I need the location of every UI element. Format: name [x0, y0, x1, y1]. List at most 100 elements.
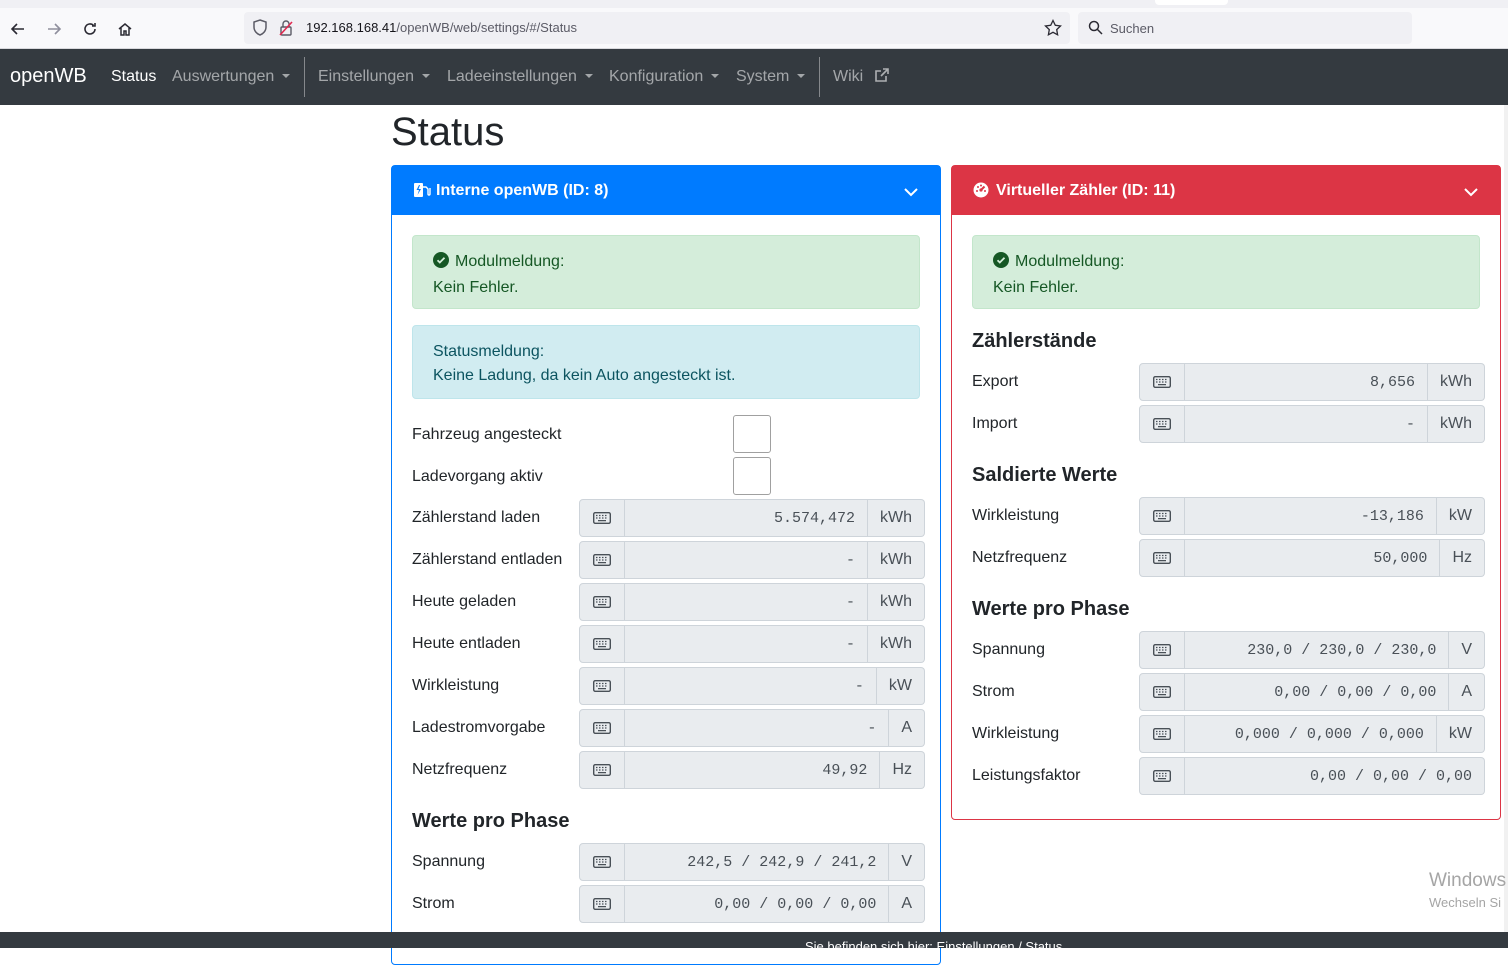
- module-message-label: Modulmeldung:: [455, 253, 565, 270]
- unit-label: kW: [1436, 715, 1485, 753]
- unit-label: kWh: [868, 625, 925, 663]
- value-input-group: 0,000 / 0,000 / 0,000 kW: [1139, 715, 1485, 753]
- url-text[interactable]: 192.168.168.41/openWB/web/settings/#/Sta…: [306, 20, 577, 35]
- browser-tabstrip: [0, 0, 1508, 8]
- readonly-value: -: [625, 541, 868, 579]
- readonly-value: 50,000: [1185, 539, 1441, 577]
- value-input-group: 0,00 / 0,00 / 0,00 A: [579, 885, 925, 923]
- value-input-group: -13,186 kW: [1139, 497, 1485, 535]
- readonly-value: 0,00 / 0,00 / 0,00: [1185, 673, 1450, 711]
- label-fahrzeug-angesteckt: Fahrzeug angesteckt: [412, 426, 562, 443]
- forward-icon[interactable]: [41, 16, 67, 42]
- row-label: Heute geladen: [412, 593, 517, 610]
- scrollbar[interactable]: [1504, 105, 1508, 932]
- chevron-down-icon[interactable]: [1464, 184, 1478, 202]
- row-label: Ladestromvorgabe: [412, 719, 546, 736]
- unit-label: kWh: [1428, 405, 1485, 443]
- module-message-text: Kein Fehler.: [993, 279, 1079, 296]
- charging-station-icon: [413, 182, 431, 203]
- unit-label: A: [889, 709, 925, 747]
- shield-icon[interactable]: [252, 19, 268, 42]
- caret-down-icon: [711, 74, 720, 78]
- card-header-zaehler[interactable]: Virtueller Zähler (ID: 11): [952, 166, 1500, 215]
- back-icon[interactable]: [5, 16, 31, 42]
- nav-konfiguration[interactable]: Konfiguration: [609, 68, 720, 86]
- nav-system[interactable]: System: [736, 68, 806, 86]
- nav-auswertungen[interactable]: Auswertungen: [172, 68, 291, 86]
- keyboard-icon: [1139, 363, 1185, 401]
- value-input-group: - kWh: [1139, 405, 1485, 443]
- unit-label: V: [1449, 631, 1485, 669]
- checkbox-fahrzeug-angesteckt[interactable]: [733, 415, 771, 453]
- page-title: Status: [391, 110, 505, 154]
- caret-down-icon: [282, 74, 291, 78]
- windows-activation-watermark: Windows: [1429, 870, 1507, 891]
- value-input-group: 49,92 Hz: [579, 751, 925, 789]
- keyboard-icon: [579, 541, 625, 579]
- readonly-value: -: [625, 583, 868, 621]
- row-label: Wirkleistung: [412, 677, 500, 694]
- readonly-value: -: [1185, 405, 1428, 443]
- browser-toolbar: 192.168.168.41/openWB/web/settings/#/Sta…: [0, 8, 1508, 49]
- value-input-group: 50,000 Hz: [1139, 539, 1485, 577]
- card-title: Virtueller Zähler (ID: 11): [996, 182, 1176, 199]
- keyboard-icon: [1139, 757, 1185, 795]
- keyboard-icon: [1139, 539, 1185, 577]
- unit-label: kWh: [868, 499, 925, 537]
- brand-logo[interactable]: openWB: [10, 65, 87, 88]
- readonly-value: 8,656: [1185, 363, 1428, 401]
- value-input-group: - kWh: [579, 625, 925, 663]
- nav-ladeeinstellungen[interactable]: Ladeeinstellungen: [447, 68, 593, 86]
- nav-status[interactable]: Status: [111, 68, 156, 86]
- footer-breadcrumb: Sie befinden sich hier: Einstellungen / …: [0, 932, 1508, 948]
- windows-activation-watermark-sub: Wechseln Si: [1429, 895, 1502, 910]
- status-message-label: Statusmeldung:: [433, 343, 545, 360]
- section-zaehlerstaende: Zählerstände: [972, 330, 1097, 352]
- gauge-icon: [973, 182, 989, 203]
- checkbox-ladevorgang-aktiv[interactable]: [733, 457, 771, 495]
- keyboard-icon: [579, 499, 625, 537]
- keyboard-icon: [579, 625, 625, 663]
- home-icon[interactable]: [112, 16, 138, 42]
- value-input-group: 0,00 / 0,00 / 0,00: [1139, 757, 1485, 795]
- card-header-openwb[interactable]: Interne openWB (ID: 8): [392, 166, 940, 215]
- value-input-group: - kWh: [579, 541, 925, 579]
- active-tab[interactable]: [1155, 0, 1228, 5]
- row-label: Export: [972, 373, 1019, 390]
- bookmark-star-icon[interactable]: [1044, 18, 1062, 42]
- external-link-icon: [874, 68, 889, 82]
- status-message-alert: Statusmeldung: Keine Ladung, da kein Aut…: [412, 325, 920, 399]
- nav-divider: [819, 57, 820, 97]
- module-message-label: Modulmeldung:: [1015, 253, 1125, 270]
- value-input-group: 242,5 / 242,9 / 241,2 V: [579, 843, 925, 881]
- section-saldierte-werte: Saldierte Werte: [972, 464, 1118, 486]
- chevron-down-icon[interactable]: [904, 184, 918, 202]
- insecure-lock-icon[interactable]: [278, 19, 294, 42]
- readonly-value: 0,00 / 0,00 / 0,00: [625, 885, 890, 923]
- readonly-value: 5.574,472: [625, 499, 868, 537]
- readonly-value: 0,000 / 0,000 / 0,000: [1185, 715, 1437, 753]
- app-navbar: openWB Status Auswertungen Einstellungen…: [0, 49, 1508, 105]
- url-bar[interactable]: 192.168.168.41/openWB/web/settings/#/Sta…: [244, 12, 1070, 44]
- unit-label: Hz: [880, 751, 925, 789]
- card-title: Interne openWB (ID: 8): [436, 182, 609, 199]
- value-input-group: 230,0 / 230,0 / 230,0 V: [1139, 631, 1485, 669]
- row-label: Strom: [412, 895, 455, 912]
- row-label: Import: [972, 415, 1018, 432]
- unit-label: kWh: [868, 583, 925, 621]
- search-icon: [1088, 20, 1103, 40]
- reload-icon[interactable]: [77, 16, 103, 42]
- footer-text: Sie befinden sich hier: Einstellungen / …: [805, 939, 1063, 948]
- row-label: Strom: [972, 683, 1015, 700]
- readonly-value: 49,92: [625, 751, 881, 789]
- caret-down-icon: [797, 74, 806, 78]
- value-input-group: -A: [579, 709, 925, 747]
- keyboard-icon: [579, 885, 625, 923]
- nav-einstellungen[interactable]: Einstellungen: [318, 68, 431, 86]
- nav-wiki[interactable]: Wiki: [833, 68, 889, 86]
- card-interne-openwb: Interne openWB (ID: 8) Modulmeldung: Kei…: [391, 165, 941, 965]
- search-bar[interactable]: Suchen: [1078, 12, 1412, 44]
- module-message-alert: Modulmeldung: Kein Fehler.: [412, 235, 920, 309]
- unit-label: Hz: [1440, 539, 1485, 577]
- value-input-group: - kWh: [579, 583, 925, 621]
